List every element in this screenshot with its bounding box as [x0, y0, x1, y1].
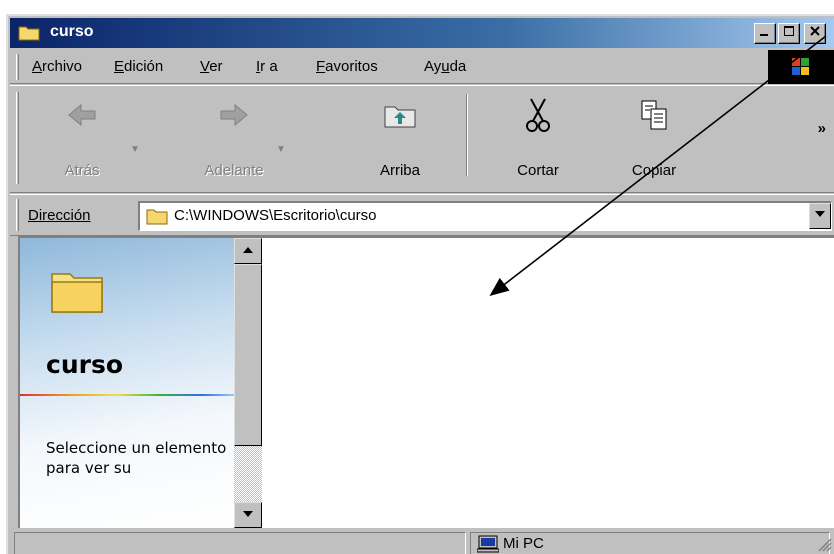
up-button[interactable]: Arriba — [360, 94, 440, 184]
menu-archivo[interactable]: Archivo — [32, 58, 82, 75]
menubar-grip[interactable] — [16, 54, 19, 80]
address-label-text: Dirección — [28, 207, 91, 224]
toolbar-grip[interactable] — [16, 92, 19, 184]
menu-edicion[interactable]: Edición — [114, 58, 163, 75]
resize-grip-icon[interactable] — [816, 536, 832, 552]
large-folder-icon — [51, 273, 103, 313]
forward-arrow-icon — [220, 103, 248, 127]
close-button[interactable] — [804, 23, 826, 44]
maximize-icon — [784, 26, 794, 36]
scroll-down-icon — [243, 511, 253, 517]
status-panel-left — [14, 532, 466, 554]
cut-label: Cortar — [517, 162, 559, 179]
web-view-panel: curso Seleccione un elemento para ver su — [20, 238, 234, 528]
toolbar-separator — [466, 94, 468, 176]
window-title: curso — [50, 23, 94, 40]
menu-ver[interactable]: Ver — [200, 58, 223, 75]
status-zone-text: Mi PC — [503, 535, 544, 552]
explorer-window: curso Archivo Edición Ver Ir a Favoritos… — [6, 14, 834, 554]
vertical-scrollbar[interactable] — [234, 238, 262, 528]
scrollbar-track[interactable] — [234, 446, 262, 502]
panel-folder-title: curso — [46, 350, 124, 379]
minimize-button[interactable] — [754, 23, 776, 44]
toolbar-more-chevron[interactable]: » — [818, 120, 826, 137]
forward-dropdown-icon[interactable]: ▼ — [276, 144, 286, 155]
address-label: Dirección — [28, 207, 91, 224]
scroll-down-button[interactable] — [234, 502, 262, 528]
folder-icon — [146, 209, 168, 225]
copy-button[interactable]: Copiar — [614, 94, 694, 184]
computer-icon — [477, 535, 499, 553]
back-dropdown-icon[interactable]: ▼ — [130, 144, 140, 155]
address-dropdown-button[interactable] — [809, 203, 831, 229]
panel-description: Seleccione un elemento para ver su — [46, 439, 227, 477]
menu-bar: Archivo Edición Ver Ir a Favoritos Ayuda — [10, 50, 834, 84]
status-panel-zone: Mi PC — [470, 532, 830, 554]
chevron-down-icon — [815, 211, 825, 217]
addressbar-grip[interactable] — [16, 199, 19, 231]
minimize-icon — [760, 34, 768, 36]
forward-button[interactable]: Adelante — [194, 94, 274, 184]
title-bar[interactable]: curso — [10, 18, 834, 48]
back-label: Atrás — [64, 162, 100, 179]
menu-ir-a[interactable]: Ir a — [256, 58, 278, 75]
status-bar: Mi PC — [10, 530, 834, 554]
scrollbar-thumb[interactable] — [234, 264, 262, 446]
address-bar: Dirección C:\WINDOWS\Escritorio\curso — [10, 194, 834, 236]
panel-divider — [20, 394, 234, 396]
back-button[interactable]: Atrás — [42, 94, 122, 184]
up-folder-icon — [384, 106, 416, 128]
windows-logo — [768, 50, 834, 84]
standard-toolbar: Atrás ▼ Adelante ▼ Arriba Cortar Copiar … — [10, 85, 834, 193]
menu-ayuda[interactable]: Ayuda — [424, 58, 466, 75]
address-value: C:\WINDOWS\Escritorio\curso — [174, 207, 377, 224]
copy-label: Copiar — [631, 162, 677, 179]
scissors-icon — [526, 98, 550, 132]
forward-label: Adelante — [204, 162, 264, 179]
close-icon — [810, 26, 820, 36]
back-arrow-icon — [68, 103, 96, 127]
folder-view[interactable]: curso Seleccione un elemento para ver su — [18, 236, 834, 528]
address-input[interactable]: C:\WINDOWS\Escritorio\curso — [138, 201, 832, 231]
copy-icon — [641, 100, 667, 130]
menu-favoritos[interactable]: Favoritos — [316, 58, 378, 75]
cut-button[interactable]: Cortar — [498, 94, 578, 184]
maximize-button[interactable] — [778, 23, 800, 44]
file-list-area[interactable] — [262, 238, 834, 528]
scroll-up-button[interactable] — [234, 238, 262, 264]
scroll-up-icon — [243, 247, 253, 253]
up-label: Arriba — [379, 162, 420, 179]
windows-flag-icon — [792, 58, 809, 75]
folder-icon — [18, 26, 40, 41]
